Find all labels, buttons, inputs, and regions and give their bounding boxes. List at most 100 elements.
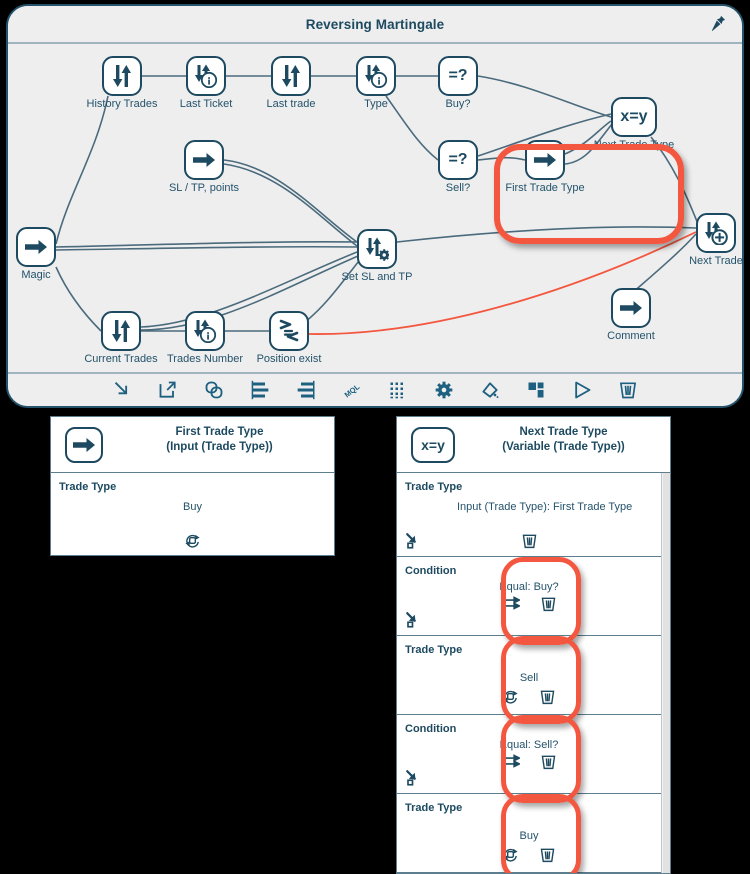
node-sell[interactable]: =? Sell? xyxy=(438,140,478,194)
node-type[interactable]: Type xyxy=(356,56,396,110)
copy-layers-icon[interactable] xyxy=(204,380,224,400)
row-actions xyxy=(51,532,334,549)
node-label: Set SL and TP xyxy=(341,271,413,283)
grid-dots-icon[interactable] xyxy=(388,380,408,400)
link-anchor-icon[interactable] xyxy=(405,611,423,629)
two-arrows-icon[interactable] xyxy=(101,311,141,351)
table-row[interactable]: Trade Type Buy xyxy=(397,794,661,873)
two-arrows-icon[interactable] xyxy=(271,56,311,96)
node-set-sl-and-tp[interactable]: Set SL and TP xyxy=(342,229,412,283)
double-arrow-icon[interactable] xyxy=(501,753,520,769)
trash-icon[interactable] xyxy=(540,595,557,613)
trash-icon[interactable] xyxy=(540,753,557,771)
row-actions xyxy=(397,595,661,613)
trash-icon[interactable] xyxy=(618,380,638,400)
panel-icon-text: x=y xyxy=(421,437,445,453)
node-label: Position exist xyxy=(256,353,322,365)
equals-question-icon[interactable]: =? xyxy=(438,140,478,180)
right-arrow-icon-glyph xyxy=(25,240,47,254)
two-arrows-icon[interactable] xyxy=(102,56,142,96)
row-value: Buy xyxy=(183,501,202,513)
node-next-trade-type[interactable]: x=y Next Trade Type xyxy=(594,97,674,151)
node-label: Next Trade xyxy=(689,255,743,267)
row-label: Trade Type xyxy=(405,481,463,493)
right-arrow-icon[interactable] xyxy=(525,140,565,180)
eraser-icon[interactable] xyxy=(480,380,500,400)
right-arrow-icon[interactable] xyxy=(16,227,56,267)
table-row[interactable]: Condition Equal: Sell? xyxy=(397,715,661,794)
row-label: Condition xyxy=(405,565,457,577)
mql-icon[interactable]: MQL xyxy=(342,380,362,400)
arrows-plus-icon-glyph xyxy=(705,221,728,245)
vertical-scrollbar[interactable] xyxy=(661,473,670,873)
x-equals-y-icon[interactable]: x=y xyxy=(611,97,657,137)
next-trade-type-panel: x=y Next Trade Type (Variable (Trade Typ… xyxy=(396,416,671,874)
diagram-canvas[interactable]: History Trades Last Ticket Last trade Ty… xyxy=(8,44,742,374)
two-arrows-info-icon[interactable] xyxy=(185,311,225,351)
pin-icon[interactable] xyxy=(706,13,728,35)
page-title: Reversing Martingale xyxy=(305,17,445,32)
node-next-trade[interactable]: Next Trade xyxy=(689,213,742,267)
x-equals-y-icon[interactable]: x=y xyxy=(411,427,455,463)
diagram-title-bar: Reversing Martingale xyxy=(8,6,742,44)
node-label: Last trade xyxy=(266,98,316,110)
align-right-icon[interactable] xyxy=(296,380,316,400)
trash-icon[interactable] xyxy=(539,688,556,706)
node-current-trades[interactable]: Current Trades xyxy=(84,311,158,365)
table-row[interactable]: Trade Type Sell xyxy=(397,636,661,715)
play-icon[interactable] xyxy=(572,380,592,400)
panel-header: x=y Next Trade Type (Variable (Trade Typ… xyxy=(397,417,670,473)
greater-equal-less-icon[interactable] xyxy=(269,311,309,351)
arrows-plus-icon[interactable] xyxy=(696,213,736,253)
table-row[interactable]: Trade Type Buy xyxy=(51,473,334,556)
node-comment[interactable]: Comment xyxy=(607,288,655,342)
node-label: Next Trade Type xyxy=(593,139,675,151)
node-position-exist[interactable]: Position exist xyxy=(257,311,321,365)
trash-icon[interactable] xyxy=(521,532,538,550)
link-anchor-icon[interactable] xyxy=(405,769,423,787)
node-label: Trades Number xyxy=(166,353,244,365)
node-trades-number[interactable]: Trades Number xyxy=(167,311,243,365)
scrollbar-thumb[interactable] xyxy=(663,473,670,873)
node-first-trade-type[interactable]: First Trade Type xyxy=(505,140,585,194)
two-arrows-icon-glyph xyxy=(113,65,131,87)
node-last-ticket[interactable]: Last Ticket xyxy=(180,56,232,110)
node-buy[interactable]: =? Buy? xyxy=(438,56,478,110)
right-arrow-icon[interactable] xyxy=(611,288,651,328)
arrow-out-box-icon[interactable] xyxy=(158,380,178,400)
align-left-icon[interactable] xyxy=(250,380,270,400)
two-arrows-info-icon[interactable] xyxy=(186,56,226,96)
node-sl-tp-points[interactable]: SL / TP, points xyxy=(169,140,239,194)
gear-icon[interactable] xyxy=(434,380,454,400)
row-actions xyxy=(397,688,661,706)
node-label: First Trade Type xyxy=(505,182,585,194)
row-label: Condition xyxy=(405,723,457,735)
table-row[interactable]: Condition Equal: Buy? xyxy=(397,557,661,636)
double-arrow-icon[interactable] xyxy=(501,595,520,611)
right-arrow-icon-glyph xyxy=(193,153,215,167)
row-label: Trade Type xyxy=(405,644,463,656)
trash-icon[interactable] xyxy=(539,846,556,864)
arrow-into-corner-icon[interactable] xyxy=(112,380,132,400)
node-label: Type xyxy=(364,98,388,110)
node-label: Last Ticket xyxy=(179,98,233,110)
right-arrow-icon-glyph xyxy=(534,153,556,167)
refresh-icon[interactable] xyxy=(502,846,519,863)
node-magic[interactable]: Magic xyxy=(16,227,56,281)
node-last-trade[interactable]: Last trade xyxy=(267,56,315,110)
equals-question-icon[interactable]: =? xyxy=(438,56,478,96)
table-row[interactable]: Trade Type Input (Trade Type): First Tra… xyxy=(397,473,661,557)
arrows-gear-icon[interactable] xyxy=(357,229,397,269)
row-value: Input (Trade Type): First Trade Type xyxy=(457,501,633,513)
blocks-icon[interactable] xyxy=(526,380,546,400)
right-arrow-icon-glyph xyxy=(620,301,642,315)
two-arrows-info-icon[interactable] xyxy=(356,56,396,96)
node-history-trades[interactable]: History Trades xyxy=(87,56,157,110)
refresh-icon[interactable] xyxy=(502,688,519,705)
row-value: Equal: Buy? xyxy=(499,581,559,593)
panel-title-line1: First Trade Type xyxy=(175,426,264,438)
right-arrow-icon[interactable] xyxy=(65,427,103,463)
right-arrow-icon[interactable] xyxy=(184,140,224,180)
refresh-icon[interactable] xyxy=(184,532,201,549)
two-arrows-icon-glyph xyxy=(112,320,130,342)
